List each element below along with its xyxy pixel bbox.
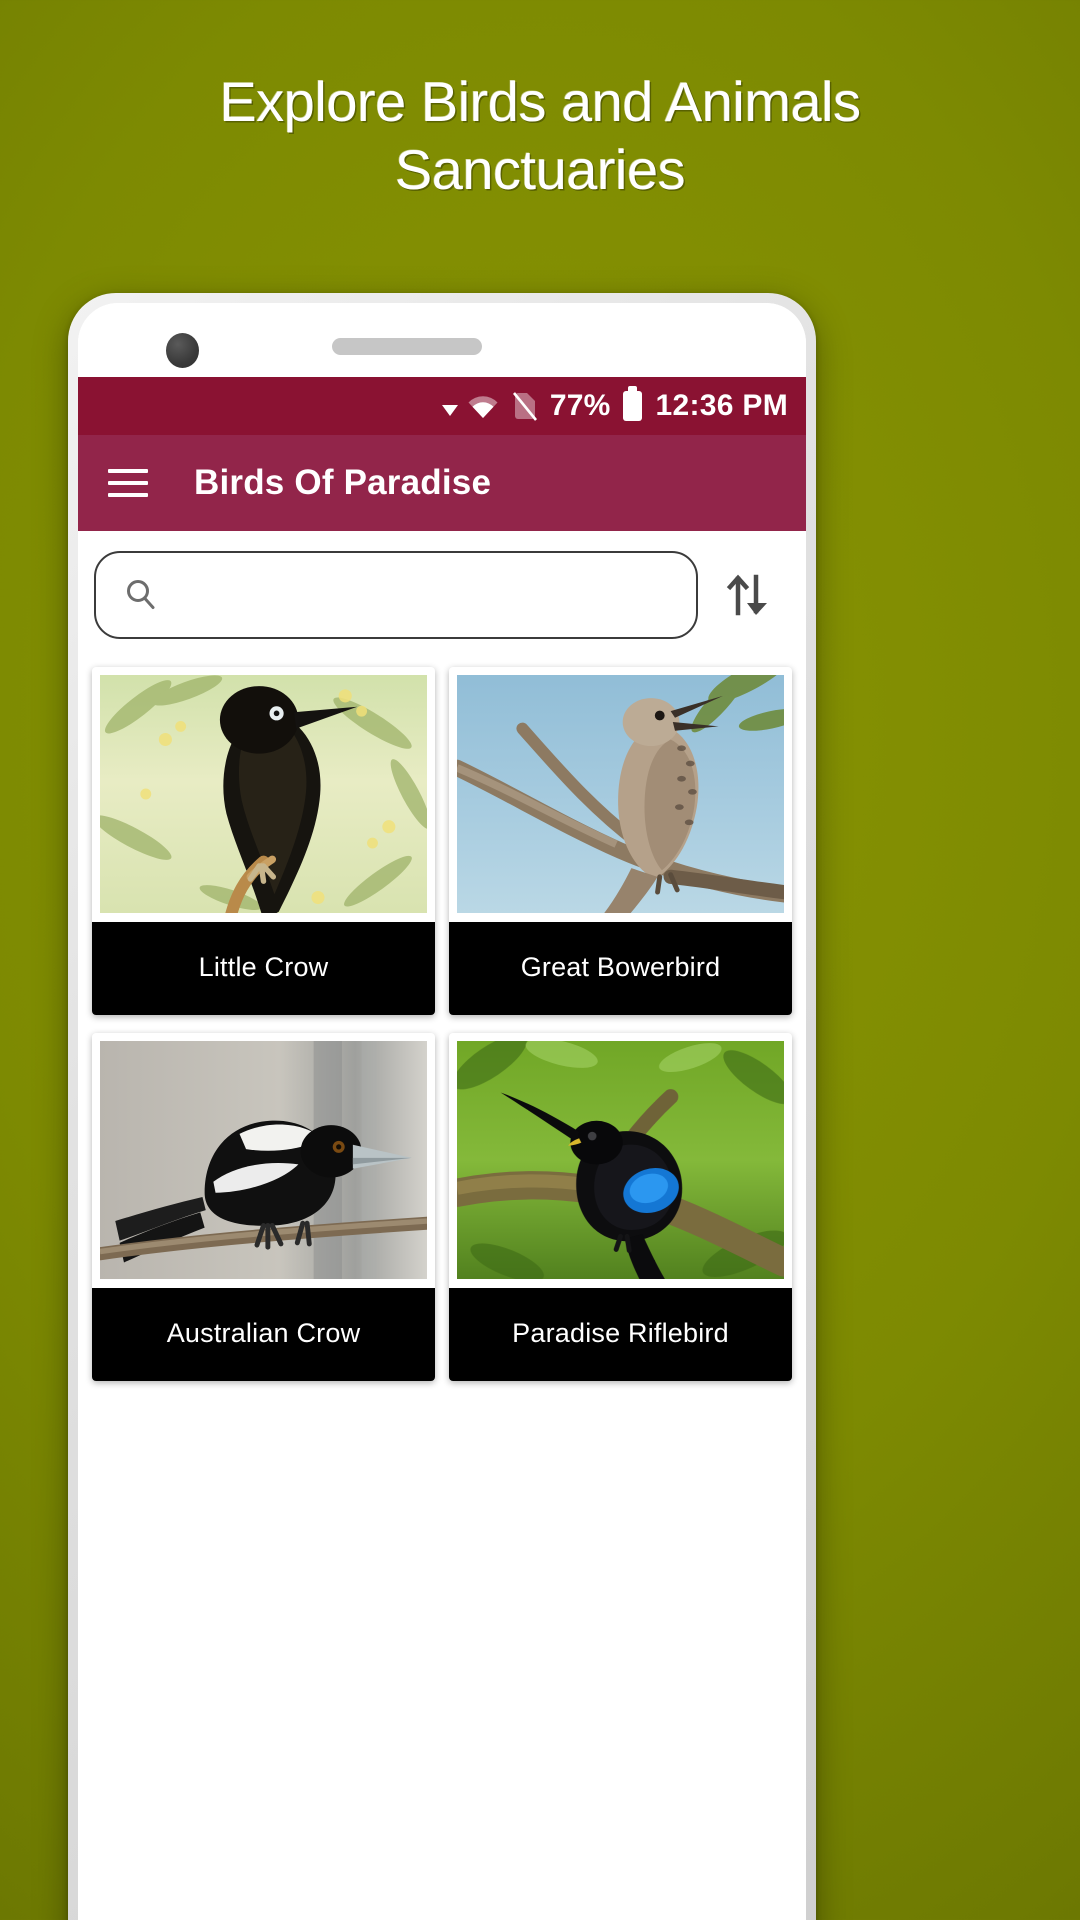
sort-arrows-icon[interactable] [708, 555, 788, 635]
clock-label: 12:36 PM [655, 389, 788, 422]
search-input[interactable] [172, 579, 668, 611]
phone-screen: 77% 12:36 PM Birds Of Paradise Little Cr… [78, 303, 806, 1920]
battery-percent-label: 77% [549, 389, 611, 422]
wifi-icon [466, 393, 500, 419]
sim-card-off-icon [512, 390, 538, 422]
download-triangle-icon [441, 405, 458, 416]
hamburger-menu-icon[interactable] [108, 461, 148, 505]
bird-card[interactable]: Paradise Riflebird [449, 1033, 792, 1381]
earpiece-speaker [332, 338, 482, 355]
australian-crow-photo [100, 1041, 427, 1279]
search-box[interactable] [94, 551, 698, 639]
phone-top-bezel [78, 303, 806, 377]
bird-name-label: Australian Crow [92, 1288, 435, 1381]
search-row [78, 531, 806, 655]
phone-mockup: 77% 12:36 PM Birds Of Paradise Little Cr… [68, 293, 816, 1920]
bird-card[interactable]: Little Crow [92, 667, 435, 1015]
search-icon [124, 578, 158, 612]
front-camera-icon [166, 333, 199, 368]
bird-card-grid: Little Crow Great Bowerbird Australian C… [78, 655, 806, 1381]
bird-card[interactable]: Australian Crow [92, 1033, 435, 1381]
bird-name-label: Little Crow [92, 922, 435, 1015]
app-bar: Birds Of Paradise [78, 435, 806, 531]
bird-name-label: Great Bowerbird [449, 922, 792, 1015]
great-bowerbird-photo [457, 675, 784, 913]
promo-headline: Explore Birds and Animals Sanctuaries [219, 70, 861, 202]
battery-icon [622, 386, 642, 421]
bird-card[interactable]: Great Bowerbird [449, 667, 792, 1015]
bird-name-label: Paradise Riflebird [449, 1288, 792, 1381]
little-crow-photo [100, 675, 427, 913]
paradise-riflebird-photo [457, 1041, 784, 1279]
app-title: Birds Of Paradise [194, 463, 492, 502]
status-bar: 77% 12:36 PM [78, 377, 806, 435]
